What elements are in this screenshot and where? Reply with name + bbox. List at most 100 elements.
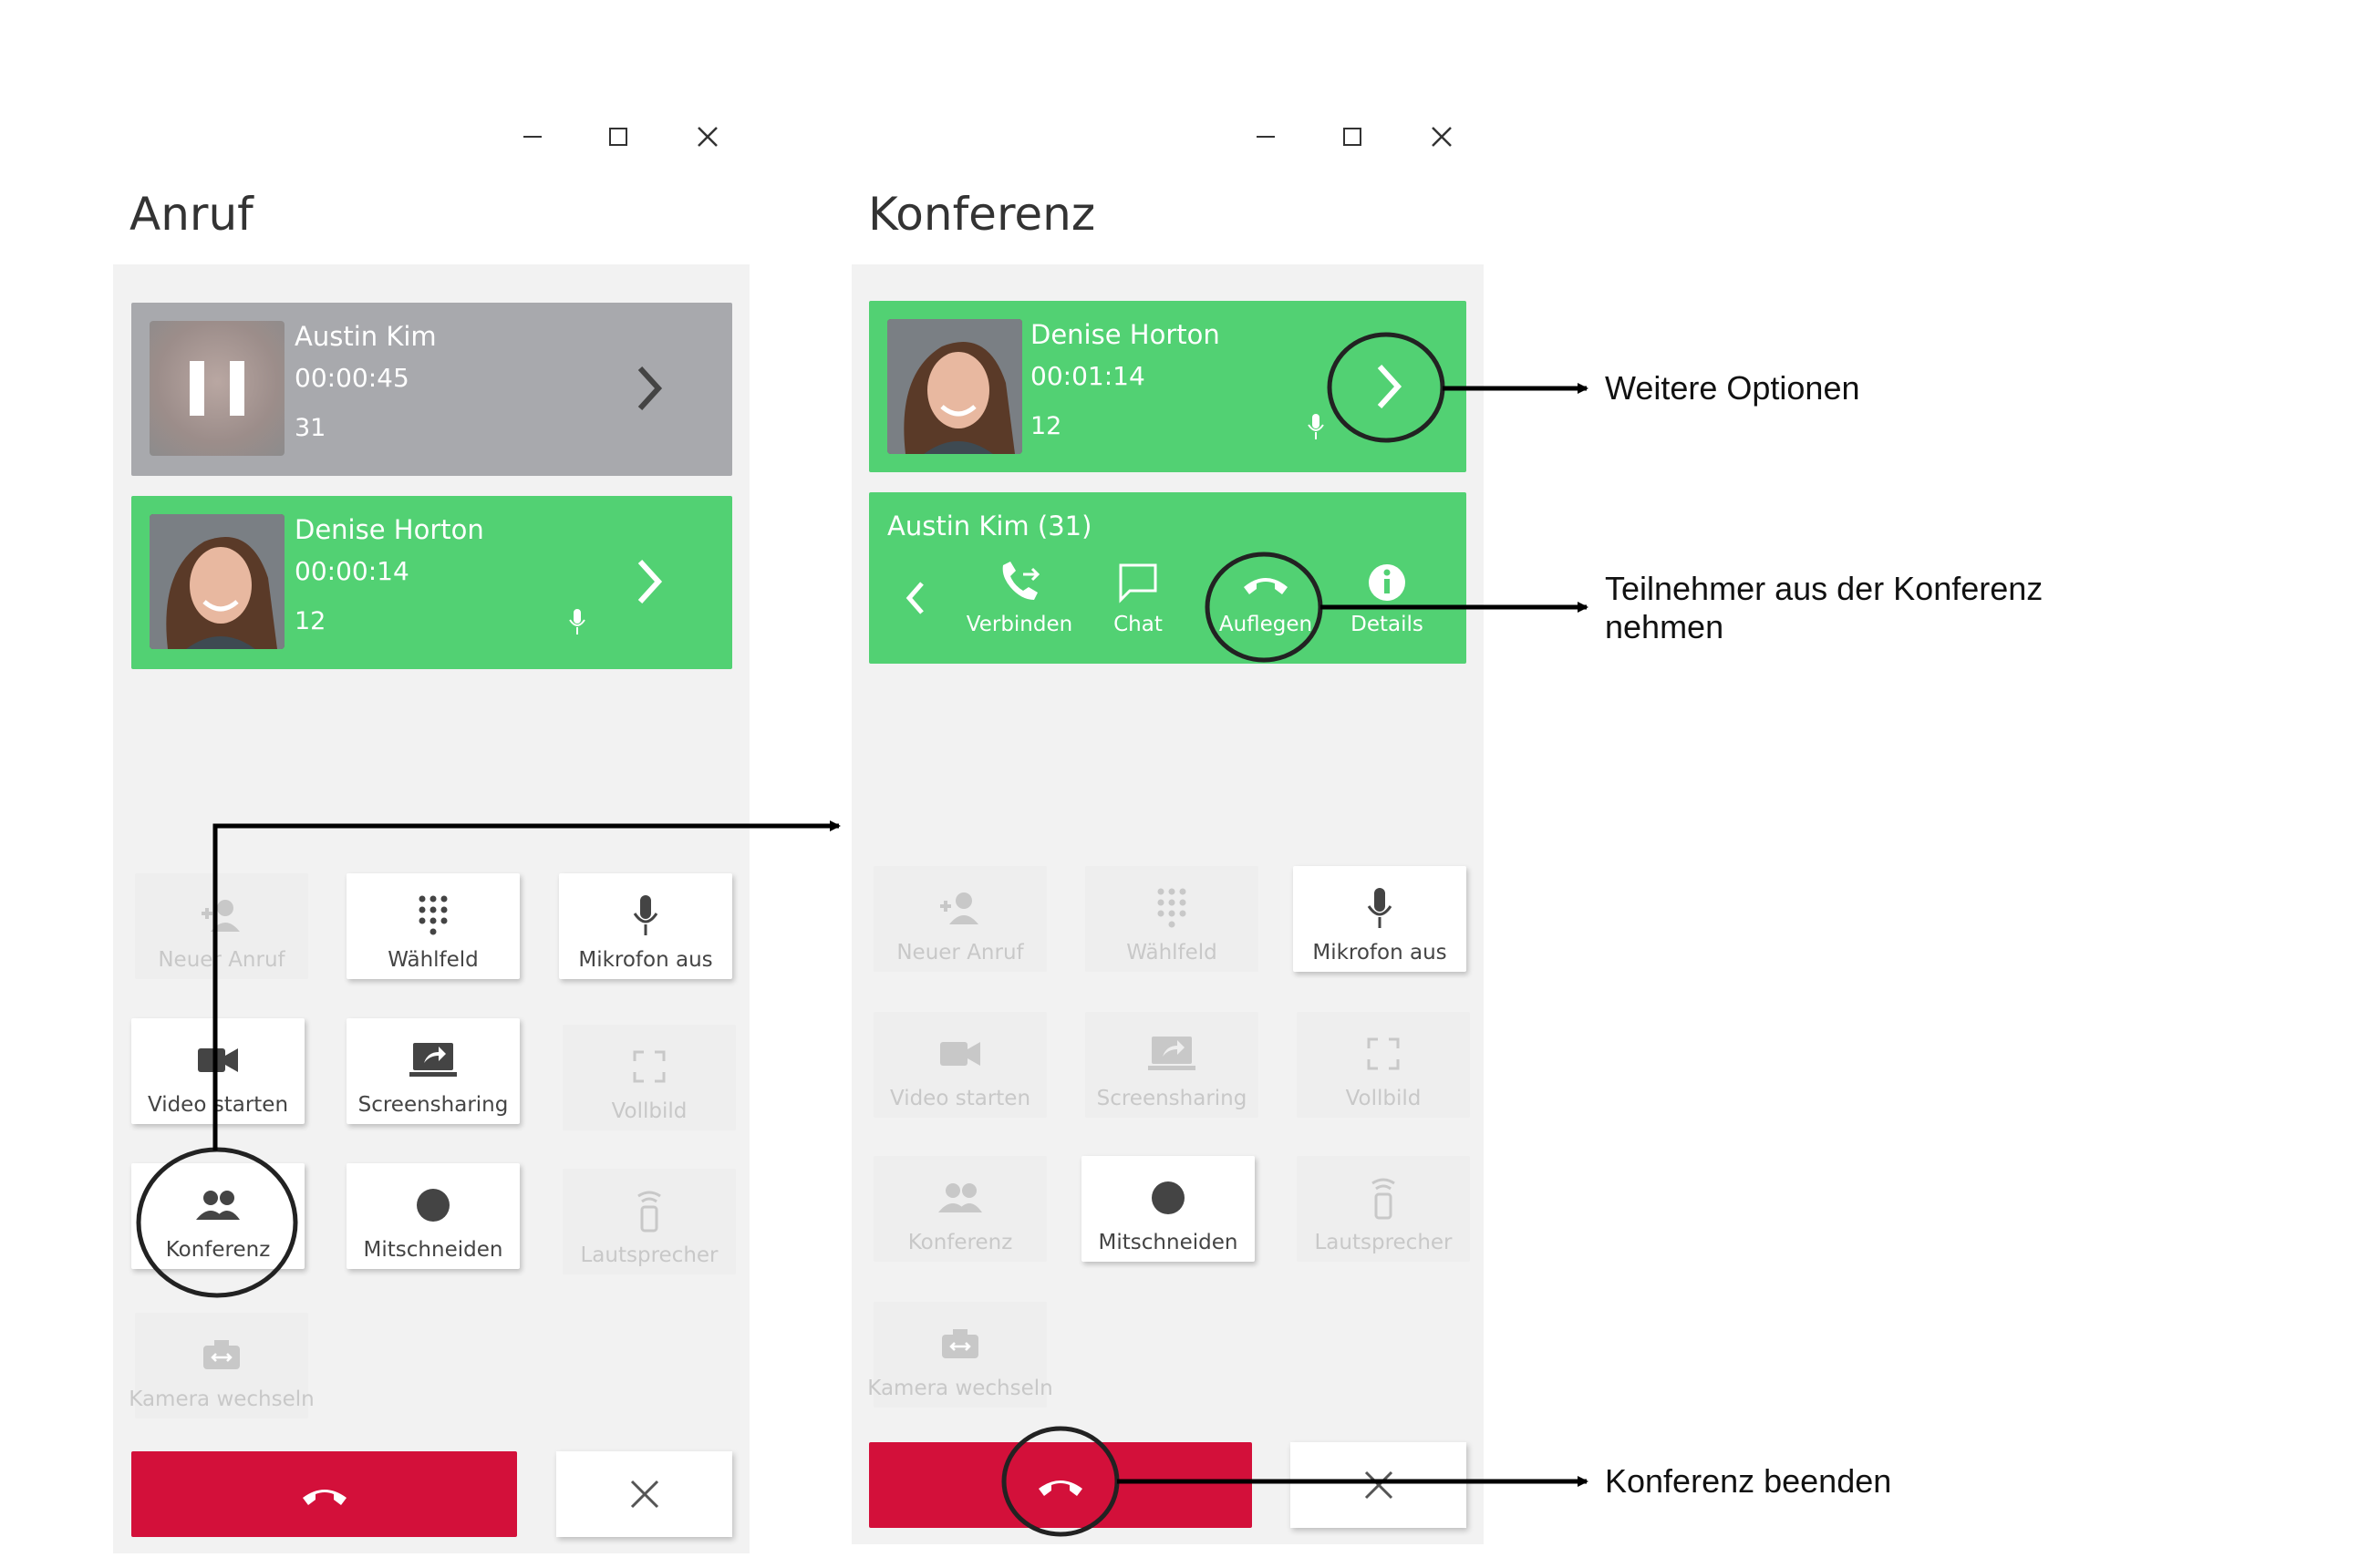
chat-button[interactable]: Chat xyxy=(1092,562,1184,636)
mute-button[interactable]: Mikrofon aus xyxy=(1293,866,1466,972)
button-label: Wählfeld xyxy=(1126,941,1217,965)
avatar-photo xyxy=(150,514,285,649)
avatar xyxy=(150,514,285,649)
conference-button[interactable]: Konferenz xyxy=(131,1163,305,1269)
fullscreen-icon xyxy=(633,1050,666,1083)
new-call-button[interactable]: Neuer Anruf xyxy=(874,866,1047,972)
switch-camera-icon xyxy=(942,1329,978,1358)
maximize-icon xyxy=(609,128,627,146)
dialpad-icon xyxy=(1157,888,1186,928)
group-icon xyxy=(196,1191,240,1220)
add-user-icon xyxy=(940,892,978,924)
fullscreen-icon xyxy=(1367,1037,1400,1070)
annotation-end-conference: Konferenz beenden xyxy=(1605,1462,1892,1500)
cancel-button[interactable] xyxy=(556,1451,732,1537)
button-label: Mitschneiden xyxy=(1098,1231,1238,1254)
chevron-right-icon[interactable] xyxy=(1372,361,1405,412)
hangup-button[interactable] xyxy=(131,1451,517,1537)
microphone-icon xyxy=(1308,414,1324,439)
page-title: Konferenz xyxy=(868,188,1096,241)
minimize-button[interactable] xyxy=(1247,119,1284,155)
button-label: Neuer Anruf xyxy=(896,941,1024,965)
fullscreen-button[interactable]: Vollbild xyxy=(1297,1012,1470,1118)
caller-number: 12 xyxy=(1030,412,1062,440)
close-button[interactable] xyxy=(689,119,726,155)
chevron-left-icon[interactable] xyxy=(905,580,927,616)
button-label: Neuer Anruf xyxy=(158,948,285,972)
conference-button[interactable]: Konferenz xyxy=(874,1156,1047,1262)
close-icon xyxy=(630,1480,658,1509)
chevron-right-icon[interactable] xyxy=(633,556,666,607)
button-label: Screensharing xyxy=(1096,1087,1247,1110)
maximize-button[interactable] xyxy=(600,119,636,155)
group-icon xyxy=(938,1183,982,1212)
button-label: Mikrofon aus xyxy=(578,948,713,972)
minimize-button[interactable] xyxy=(514,119,551,155)
button-label: Lautsprecher xyxy=(1314,1231,1453,1254)
active-call-card[interactable]: Denise Horton 00:00:14 12 xyxy=(131,496,732,669)
microphone-icon xyxy=(1367,888,1392,928)
start-video-button[interactable]: Video starten xyxy=(874,1012,1047,1118)
action-label: Auflegen xyxy=(1218,613,1313,636)
pause-icon xyxy=(190,361,244,416)
close-button[interactable] xyxy=(1423,119,1460,155)
switch-camera-button[interactable]: Kamera wechseln xyxy=(129,1313,315,1418)
minimize-icon xyxy=(523,136,542,138)
switch-camera-icon xyxy=(203,1340,240,1369)
speaker-icon xyxy=(637,1191,661,1233)
button-label: Screensharing xyxy=(357,1093,509,1117)
record-button[interactable]: Mitschneiden xyxy=(1081,1156,1255,1262)
speaker-icon xyxy=(1371,1178,1395,1220)
cancel-button[interactable] xyxy=(1290,1442,1466,1528)
caller-name: Austin Kim xyxy=(295,321,437,352)
transfer-button[interactable]: Verbinden xyxy=(960,562,1079,636)
button-label: Lautsprecher xyxy=(580,1243,719,1267)
annotation-more-options: Weitere Optionen xyxy=(1605,369,1860,407)
speaker-button[interactable]: Lautsprecher xyxy=(1297,1156,1470,1262)
chat-icon xyxy=(1119,563,1157,603)
dialpad-icon xyxy=(419,895,448,935)
dialpad-button[interactable]: Wählfeld xyxy=(1085,866,1258,972)
button-label: Vollbild xyxy=(611,1099,688,1123)
video-icon xyxy=(198,1048,238,1072)
button-label: Konferenz xyxy=(907,1231,1013,1254)
fullscreen-button[interactable]: Vollbild xyxy=(563,1025,736,1130)
participant-card: Austin Kim (31) Verbinden Chat Auflegen … xyxy=(869,492,1466,664)
speaker-button[interactable]: Lautsprecher xyxy=(563,1169,736,1274)
button-label: Mikrofon aus xyxy=(1312,941,1447,965)
conference-call-card[interactable]: Denise Horton 00:01:14 12 xyxy=(869,301,1466,472)
caller-name: Denise Horton xyxy=(1030,319,1220,350)
maximize-button[interactable] xyxy=(1334,119,1371,155)
button-label: Vollbild xyxy=(1345,1087,1422,1110)
button-label: Wählfeld xyxy=(388,948,479,972)
end-conference-button[interactable] xyxy=(869,1442,1252,1528)
video-icon xyxy=(940,1042,980,1066)
hangup-icon xyxy=(1039,1480,1082,1496)
annotation-line: Teilnehmer aus der Konferenz xyxy=(1605,570,2044,607)
button-label: Mitschneiden xyxy=(363,1238,503,1262)
avatar xyxy=(887,319,1022,454)
microphone-icon xyxy=(569,609,585,634)
transfer-call-icon xyxy=(1002,562,1040,600)
held-call-card[interactable]: Austin Kim 00:00:45 31 xyxy=(131,303,732,476)
record-icon xyxy=(417,1189,450,1222)
action-label: Details xyxy=(1350,613,1423,636)
start-video-button[interactable]: Video starten xyxy=(131,1018,305,1124)
button-label: Video starten xyxy=(147,1093,289,1117)
close-icon xyxy=(1432,127,1452,147)
new-call-button[interactable]: Neuer Anruf xyxy=(135,873,308,979)
dialpad-button[interactable]: Wählfeld xyxy=(347,873,520,979)
record-button[interactable]: Mitschneiden xyxy=(347,1163,520,1269)
button-label: Kamera wechseln xyxy=(867,1377,1053,1400)
chevron-right-icon[interactable] xyxy=(633,363,666,414)
caller-name: Denise Horton xyxy=(295,514,484,545)
mute-button[interactable]: Mikrofon aus xyxy=(559,873,732,979)
action-label: Verbinden xyxy=(966,613,1073,636)
switch-camera-button[interactable]: Kamera wechseln xyxy=(867,1302,1053,1408)
call-duration: 00:00:45 xyxy=(295,363,409,393)
minimize-icon xyxy=(1257,136,1275,138)
remove-participant-button[interactable]: Auflegen xyxy=(1206,562,1325,636)
screensharing-button[interactable]: Screensharing xyxy=(1085,1012,1258,1118)
screensharing-button[interactable]: Screensharing xyxy=(347,1018,520,1124)
details-button[interactable]: Details xyxy=(1341,562,1433,636)
